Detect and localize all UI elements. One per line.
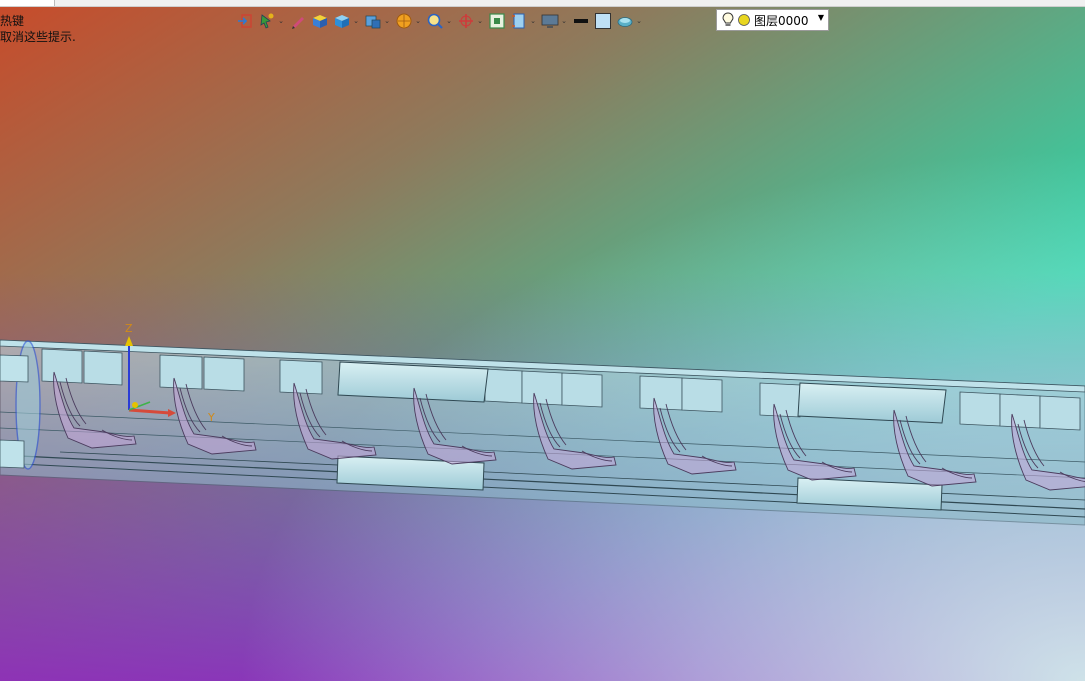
pen-icon	[292, 17, 304, 29]
chevron-down-icon[interactable]: ▼	[818, 13, 824, 22]
select-filter-icon	[260, 13, 274, 29]
roof-hatch-1[interactable]	[337, 361, 489, 403]
sphere-render-icon	[396, 13, 412, 29]
monitor-icon	[541, 14, 559, 28]
axis-z-label: Z	[125, 322, 133, 335]
color-swatch-button[interactable]	[594, 10, 612, 32]
lightbulb-icon[interactable]	[721, 12, 735, 28]
rotate-axis-icon	[459, 14, 473, 28]
chevron-down-icon[interactable]: ⌄	[414, 17, 422, 25]
zoom-button[interactable]: ⌄	[426, 10, 453, 32]
sphere-render-button[interactable]: ⌄	[395, 10, 422, 32]
section-view-icon	[512, 13, 525, 29]
zoom-icon	[427, 13, 443, 29]
axis-y-label: Y	[207, 411, 215, 424]
select-filter-button[interactable]: ⌄	[258, 10, 285, 32]
chevron-down-icon[interactable]: ⌄	[529, 17, 537, 25]
fit-view-icon	[489, 13, 505, 29]
monitor-button[interactable]: ⌄	[541, 10, 568, 32]
chevron-down-icon[interactable]: ⌄	[476, 17, 484, 25]
chevron-down-icon[interactable]: ⌄	[383, 17, 391, 25]
layer-color-icon[interactable]	[737, 13, 751, 27]
chevron-down-icon[interactable]: ⌄	[560, 17, 568, 25]
display-cube-icon	[365, 15, 381, 29]
roof-hatch-2[interactable]	[797, 382, 947, 424]
view-cube-icon	[335, 15, 349, 28]
pen-button[interactable]	[289, 10, 307, 32]
rotate-axis-button[interactable]: ⌄	[457, 10, 484, 32]
material-icon	[617, 17, 633, 27]
exit-sketch-icon	[238, 14, 252, 28]
line-width-button[interactable]	[572, 10, 590, 32]
layer-select[interactable]: 图层0000 ▼	[716, 9, 829, 31]
material-button[interactable]: ⌄	[616, 10, 643, 32]
view-cube-button[interactable]: ⌄	[333, 10, 360, 32]
color-swatch-icon	[595, 13, 611, 29]
line-width-icon	[574, 19, 588, 23]
section-view-button[interactable]: ⌄	[510, 10, 537, 32]
chevron-down-icon[interactable]: ⌄	[635, 17, 643, 25]
view-toolbar: ⌄ ⌄ ⌄ ⌄ ⌄ ⌄ ⌄ ⌄ ⌄	[236, 9, 647, 33]
display-cube-button[interactable]: ⌄	[364, 10, 391, 32]
chevron-down-icon[interactable]: ⌄	[352, 17, 360, 25]
fit-view-button[interactable]	[488, 10, 506, 32]
exit-sketch-button[interactable]	[236, 10, 254, 32]
chevron-down-icon[interactable]: ⌄	[445, 17, 453, 25]
chevron-down-icon[interactable]: ⌄	[277, 17, 285, 25]
shaded-box-icon	[313, 15, 327, 28]
layer-name: 图层0000	[754, 13, 809, 28]
shaded-box-button[interactable]	[311, 10, 329, 32]
model-scene: Z Y	[0, 322, 1085, 526]
